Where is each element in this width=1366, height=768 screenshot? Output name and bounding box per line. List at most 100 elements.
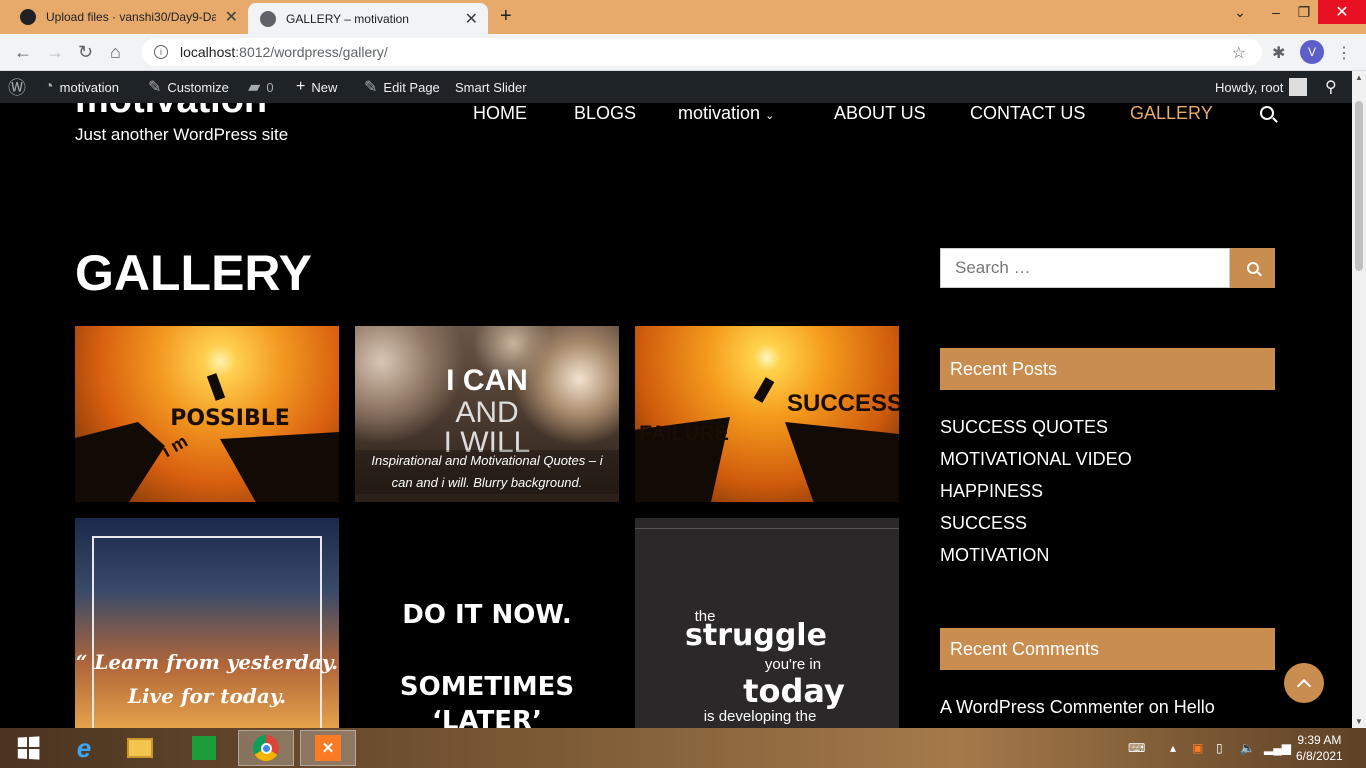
wp-admin-bar: Ⓦ ◔ motivation ✎ Customize ▰ 0 + New ✎ E… <box>0 71 1352 103</box>
chevron-up-icon <box>1296 678 1312 693</box>
brush-icon: ✎ <box>148 79 162 96</box>
browser-menu-icon[interactable]: ⋮ <box>1336 43 1352 63</box>
gallery-image-i-can[interactable]: I CAN AND I WILL Inspirational and Motiv… <box>355 326 619 502</box>
chevron-down-icon: ⌄ <box>765 110 775 122</box>
nav-contact-us[interactable]: CONTACT US <box>970 103 1085 124</box>
site-description: Just another WordPress site <box>75 125 289 144</box>
page-scrollbar[interactable]: ▲ ▼ <box>1352 71 1366 728</box>
scrollbar-thumb[interactable] <box>1355 101 1363 271</box>
nav-motivation-label: motivation <box>678 103 761 123</box>
show-hidden-icons[interactable]: ▴ <box>1170 728 1176 768</box>
keyboard-icon[interactable]: ⌨ <box>1128 728 1145 768</box>
gallery-image-learn-from-yesterday[interactable]: “ Learn from yesterday. Live for today. <box>75 518 339 728</box>
browser-toolbar: ← → ↻ ⌂ i localhost:8012/wordpress/galle… <box>0 34 1366 71</box>
struggle-line-5: is developing the <box>703 708 817 725</box>
xampp-icon[interactable]: ✕ <box>300 730 356 766</box>
recent-comment-link[interactable]: A WordPress Commenter on Hello <box>940 697 1215 718</box>
browser-tab-active[interactable]: GALLERY – motivation ✕ <box>248 3 488 34</box>
recent-post-link[interactable]: SUCCESS <box>940 513 1027 534</box>
recent-post-link[interactable]: MOTIVATION <box>940 545 1049 566</box>
file-explorer-icon[interactable] <box>112 730 168 766</box>
customize-link[interactable]: ✎ Customize <box>148 71 229 103</box>
comments-link[interactable]: ▰ 0 <box>248 71 274 103</box>
store-icon[interactable] <box>176 730 232 766</box>
gallery-image-do-it-now[interactable]: DO IT NOW. SOMETIMES ‘LATER’ <box>355 518 619 728</box>
admin-site-link[interactable]: ◔ motivation <box>44 71 119 103</box>
nav-blogs[interactable]: BLOGS <box>574 103 636 124</box>
page-content: motivation Just another WordPress site H… <box>0 103 1352 728</box>
edit-page-label: Edit Page <box>383 79 440 95</box>
gallery-image-possible[interactable]: POSSIBLE i m <box>75 326 339 502</box>
bookmark-star-icon[interactable]: ☆ <box>1232 43 1246 63</box>
struggle-line-3: you're in <box>764 656 822 673</box>
user-avatar <box>1289 78 1308 96</box>
nav-gallery[interactable]: GALLERY <box>1130 103 1213 124</box>
recent-post-link[interactable]: SUCCESS QUOTES <box>940 417 1108 438</box>
struggle-line-2: struggle <box>685 618 827 653</box>
scroll-down-icon[interactable]: ▼ <box>1355 717 1363 726</box>
account-menu[interactable]: Howdy, root <box>1215 71 1308 103</box>
nav-about-us[interactable]: ABOUT US <box>834 103 926 124</box>
internet-explorer-icon[interactable]: e <box>56 730 112 766</box>
forward-icon[interactable]: → <box>46 42 64 63</box>
window-close-icon[interactable]: ✕ <box>1318 0 1366 24</box>
comments-count: 0 <box>266 79 274 95</box>
restore-icon[interactable]: ❐ <box>1290 0 1318 24</box>
search-submit-button[interactable] <box>1230 248 1275 288</box>
volume-icon[interactable]: 🔈 <box>1240 728 1255 768</box>
later-text: ‘LATER’ <box>432 706 542 728</box>
home-icon[interactable]: ⌂ <box>110 42 121 63</box>
globe-icon <box>260 10 276 27</box>
recent-post-link[interactable]: MOTIVATIONAL VIDEO <box>940 449 1132 470</box>
quote-line-1: “ Learn from yesterday. <box>75 650 339 674</box>
smart-slider-link[interactable]: Smart Slider <box>455 71 527 103</box>
gallery-image-struggle[interactable]: the struggle you're in today is developi… <box>635 518 899 728</box>
back-icon[interactable]: ← <box>14 42 32 63</box>
extensions-icon[interactable]: ✱ <box>1272 43 1285 63</box>
gallery-image-success[interactable]: FAILURE SUCCESS <box>635 326 899 502</box>
search-icon[interactable] <box>1260 106 1274 120</box>
i-can-text: I CAN <box>446 364 528 397</box>
address-bar[interactable]: i localhost:8012/wordpress/gallery/ ☆ <box>142 38 1262 66</box>
image-caption: Inspirational and Motivational Quotes – … <box>355 450 619 494</box>
do-it-now-text: DO IT NOW. <box>402 600 572 630</box>
system-clock[interactable]: 9:39 AM 6/8/2021 <box>1296 732 1343 764</box>
nav-home[interactable]: HOME <box>473 103 527 124</box>
jumping-person <box>753 377 775 403</box>
site-info-icon[interactable]: i <box>154 45 168 59</box>
new-content-link[interactable]: + New <box>296 71 337 103</box>
edit-page-link[interactable]: ✎ Edit Page <box>364 71 440 103</box>
possible-text: POSSIBLE <box>170 406 290 431</box>
close-tab-icon[interactable]: ✕ <box>225 7 238 27</box>
tab-search-icon[interactable]: ⌄ <box>1226 0 1254 24</box>
im-text: i m <box>158 430 192 462</box>
power-icon[interactable]: ▯ <box>1216 728 1223 768</box>
new-tab-icon[interactable]: + <box>500 5 512 28</box>
howdy-label: Howdy, root <box>1215 79 1284 95</box>
reload-icon[interactable]: ↻ <box>78 42 93 63</box>
scroll-up-icon[interactable]: ▲ <box>1355 73 1363 82</box>
profile-avatar[interactable]: V <box>1300 40 1324 64</box>
network-icon[interactable]: ▂▄▆ <box>1264 728 1291 768</box>
xampp-tray-icon[interactable]: ▣ <box>1192 728 1203 768</box>
clock-date: 6/8/2021 <box>1296 749 1343 763</box>
browser-tab-strip: Upload files · vanshi30/Day9-Day ✕ GALLE… <box>0 0 1366 34</box>
admin-search-icon[interactable]: ⚲ <box>1325 71 1337 103</box>
wordpress-logo-icon[interactable]: Ⓦ <box>8 71 26 103</box>
scroll-to-top-button[interactable] <box>1284 663 1324 703</box>
minimize-icon[interactable]: – <box>1262 0 1290 24</box>
recent-post-link[interactable]: HAPPINESS <box>940 481 1043 502</box>
start-button[interactable] <box>0 730 56 766</box>
plus-icon: + <box>296 78 306 95</box>
url-path: :8012/wordpress/gallery/ <box>235 44 388 60</box>
dashboard-icon: ◔ <box>44 78 54 95</box>
close-tab-icon[interactable]: ✕ <box>465 9 478 29</box>
search-input[interactable]: Search … <box>940 248 1230 288</box>
customize-label: Customize <box>167 79 229 95</box>
github-icon <box>20 9 36 25</box>
clock-time: 9:39 AM <box>1297 733 1342 747</box>
chrome-icon[interactable] <box>238 730 294 766</box>
site-title[interactable]: motivation <box>75 103 267 122</box>
browser-tab[interactable]: Upload files · vanshi30/Day9-Day ✕ <box>8 0 248 34</box>
nav-motivation[interactable]: motivation ⌄ <box>678 103 774 124</box>
